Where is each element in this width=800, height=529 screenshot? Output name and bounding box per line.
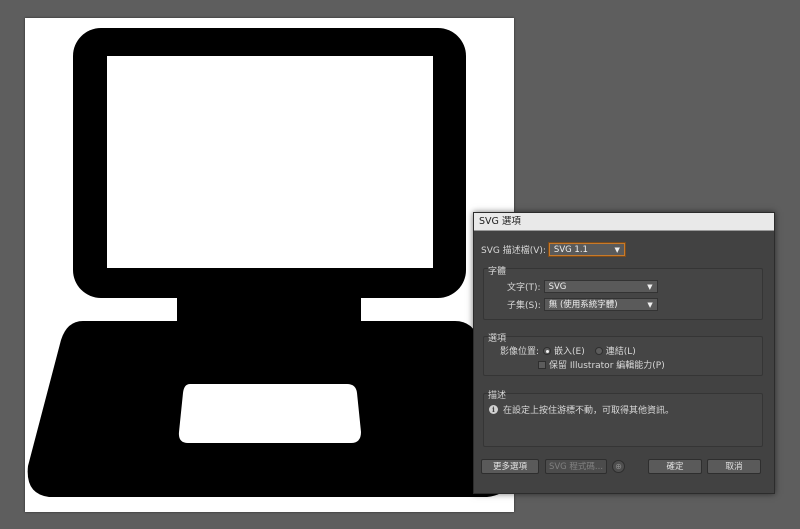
profile-value: SVG 1.1	[553, 245, 588, 255]
description-text: 在設定上按住游標不動，可取得其他資訊。	[503, 406, 675, 416]
font-subset-value: 無 (使用系統字體)	[548, 300, 618, 310]
font-type-row: 文字(T): SVG ▼	[507, 280, 658, 293]
image-location-row: 影像位置: 嵌入(E) 連結(L)	[500, 344, 636, 357]
embed-radio[interactable]	[543, 346, 552, 355]
options-group-title: 選項	[488, 334, 507, 344]
link-radio[interactable]	[594, 346, 603, 355]
info-icon: i	[489, 405, 498, 414]
font-subset-row: 子集(S): 無 (使用系統字體) ▼	[507, 298, 658, 311]
font-type-label: 文字(T):	[507, 283, 541, 293]
profile-row: SVG 描述檔(V): SVG 1.1 ▼	[481, 243, 625, 256]
description-group-title: 描述	[488, 391, 507, 401]
font-subset-label: 子集(S):	[507, 301, 541, 311]
chevron-down-icon: ▼	[647, 301, 653, 309]
ok-button[interactable]: 確定	[648, 459, 702, 474]
description-row: i 在設定上按住游標不動，可取得其他資訊。	[489, 403, 674, 416]
preserve-row: 保留 Illustrator 編輯能力(P)	[538, 358, 665, 371]
profile-select[interactable]: SVG 1.1 ▼	[548, 243, 625, 256]
artboard	[25, 18, 514, 512]
font-type-select[interactable]: SVG ▼	[543, 280, 658, 293]
more-options-button[interactable]: 更多選項	[481, 459, 539, 474]
font-group	[483, 268, 763, 320]
web-icon[interactable]: ⊕	[612, 460, 625, 473]
font-group-title: 字體	[488, 267, 507, 277]
font-subset-select[interactable]: 無 (使用系統字體) ▼	[543, 298, 658, 311]
svg-code-button[interactable]: SVG 程式碼...	[545, 459, 607, 474]
profile-label: SVG 描述檔(V):	[481, 246, 546, 256]
image-location-label: 影像位置:	[500, 347, 540, 357]
svg-options-dialog: SVG 選項 SVG 描述檔(V): SVG 1.1 ▼ 字體 文字(T): S…	[473, 212, 775, 494]
preserve-label[interactable]: 保留 Illustrator 編輯能力(P)	[549, 358, 665, 371]
chevron-down-icon: ▼	[647, 283, 653, 291]
font-type-value: SVG	[548, 282, 567, 292]
cancel-button[interactable]: 取消	[707, 459, 761, 474]
dialog-title: SVG 選項	[474, 213, 774, 231]
preserve-checkbox[interactable]	[538, 360, 546, 369]
link-label[interactable]: 連結(L)	[606, 344, 636, 357]
chevron-down-icon: ▼	[614, 246, 620, 254]
embed-label[interactable]: 嵌入(E)	[554, 344, 585, 357]
description-group	[483, 393, 763, 447]
laptop-icon	[27, 28, 513, 497]
